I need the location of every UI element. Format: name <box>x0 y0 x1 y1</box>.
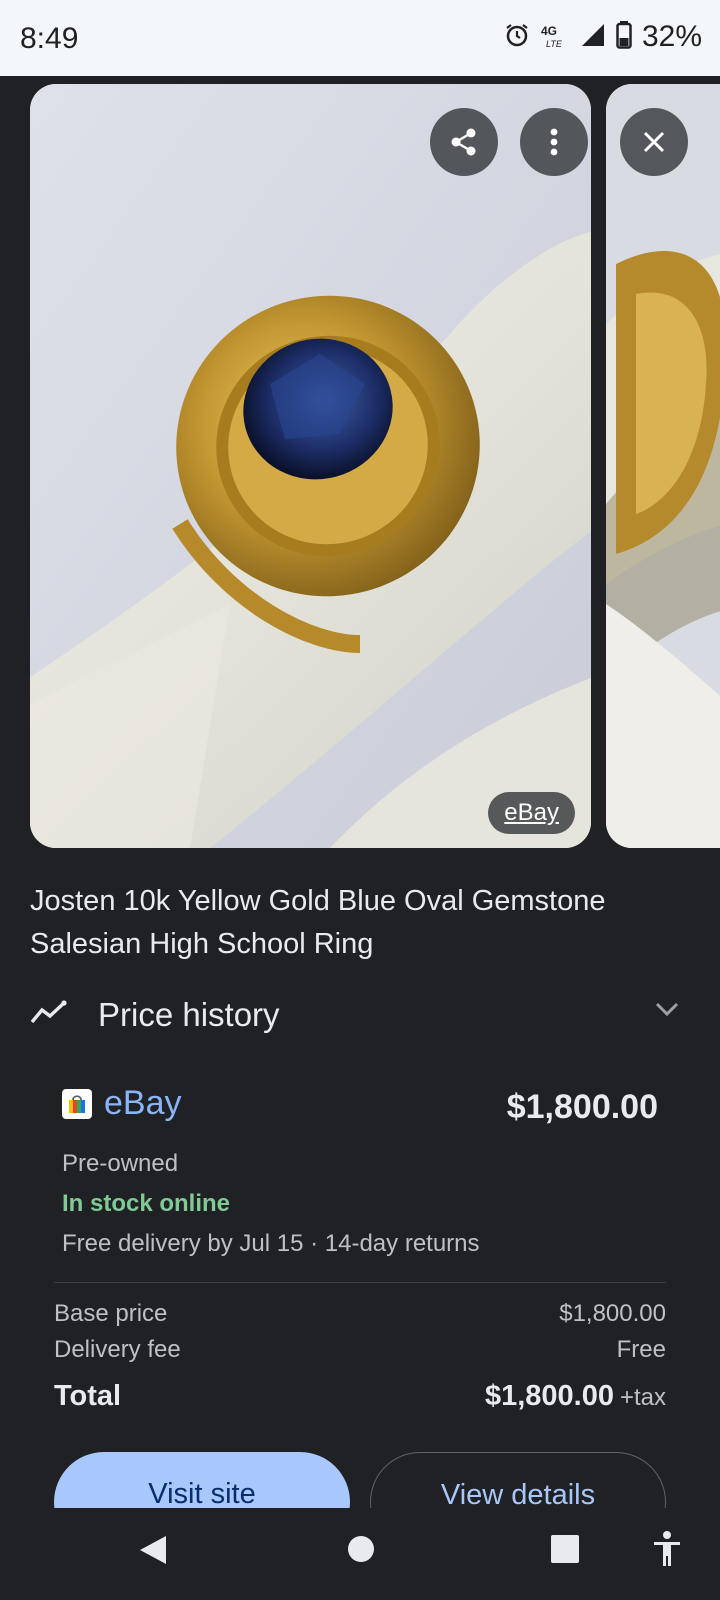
system-nav-bar <box>0 1508 720 1600</box>
status-bar: 8:49 4G LTE 32% <box>0 0 720 76</box>
price-history-label: Price history <box>98 996 280 1033</box>
price-history-toggle[interactable]: Price history <box>30 990 680 1040</box>
alarm-icon <box>504 22 530 52</box>
total-row: Total $1,800.00 +tax <box>54 1380 666 1413</box>
signal-icon <box>580 22 606 52</box>
close-icon <box>643 131 665 153</box>
total-amount: $1,800.00 <box>484 1380 614 1412</box>
delivery-fee-value: Free <box>616 1336 666 1363</box>
delivery-fee-row: Delivery fee Free <box>54 1336 666 1364</box>
base-price-row: Base price $1,800.00 <box>54 1300 666 1328</box>
share-icon <box>451 128 476 156</box>
status-icons: 4G LTE 32% <box>504 20 702 54</box>
shopping-bag-icon <box>62 1088 92 1119</box>
more-options-button[interactable] <box>520 108 588 176</box>
status-time: 8:49 <box>20 22 79 55</box>
product-title: Josten 10k Yellow Gold Blue Oval Gemston… <box>30 885 606 960</box>
delivery-fee-label: Delivery fee <box>54 1336 181 1363</box>
image-carousel[interactable]: eBay <box>0 82 720 852</box>
divider <box>54 1282 666 1283</box>
product-image[interactable]: eBay <box>30 84 591 848</box>
tax-note: +tax <box>619 1384 666 1411</box>
base-price-value: $1,800.00 <box>559 1300 666 1327</box>
share-button[interactable] <box>430 108 498 176</box>
base-price-label: Base price <box>54 1300 168 1327</box>
trend-icon <box>30 1000 68 1030</box>
battery-level: 32% <box>641 20 702 53</box>
recents-icon[interactable] <box>550 1534 580 1568</box>
seller-name[interactable]: eBay <box>104 1084 182 1123</box>
source-badge[interactable]: eBay <box>488 792 575 834</box>
lte-icon: 4G LTE <box>540 21 570 53</box>
delivery-info: Free delivery by Jul 15 · 14-day returns <box>62 1230 480 1257</box>
svg-text:LTE: LTE <box>546 39 563 49</box>
close-button[interactable] <box>620 108 688 176</box>
home-icon[interactable] <box>346 1534 376 1568</box>
total-label: Total <box>54 1380 122 1412</box>
battery-icon <box>616 21 632 53</box>
more-vert-icon <box>550 128 558 156</box>
offer-price: $1,800.00 <box>506 1088 658 1126</box>
next-product-image[interactable] <box>606 84 720 848</box>
accessibility-icon[interactable] <box>652 1530 682 1572</box>
stock-status: In stock online <box>62 1190 231 1217</box>
svg-text:4G: 4G <box>541 24 557 38</box>
total-value: $1,800.00 +tax <box>485 1380 666 1413</box>
back-icon[interactable] <box>138 1534 168 1570</box>
condition-text: Pre-owned <box>62 1150 179 1177</box>
chevron-down-icon <box>654 1000 680 1022</box>
seller-row[interactable]: eBay <box>62 1084 182 1123</box>
